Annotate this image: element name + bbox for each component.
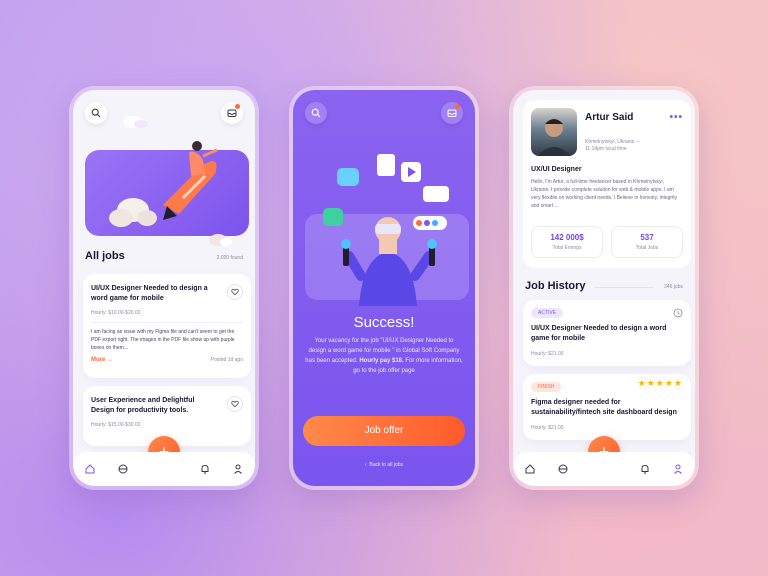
profile-icon[interactable] xyxy=(231,462,245,476)
more-options-icon[interactable]: ••• xyxy=(669,112,683,123)
vr-person-illustration xyxy=(323,154,449,306)
inbox-icon[interactable] xyxy=(556,462,570,476)
job-title: UI/UX Designer Needed to design a word g… xyxy=(91,285,208,302)
more-link[interactable]: More → xyxy=(91,357,113,363)
job-history-title: Job History xyxy=(525,280,586,292)
heart-icon xyxy=(231,288,239,296)
profile-bio: Hello, I'm Artur, a full-time freelancer… xyxy=(531,179,678,209)
heart-icon xyxy=(231,400,239,408)
divider xyxy=(91,322,243,323)
job-rate: Hourly: $10.00-$20.00 xyxy=(91,310,141,316)
profile-role: UX/UI Designer xyxy=(531,166,582,173)
rating-stars: ★★★★★ xyxy=(637,378,683,388)
phone-profile: Artur Said ••• Khmelnytskyi, Ukraine – 1… xyxy=(509,86,699,490)
back-label: Back to all jobs xyxy=(369,462,404,468)
message-pay: Hourly pay $18. xyxy=(359,358,404,364)
bottom-nav xyxy=(513,452,695,486)
history-card[interactable]: ACTIVE UI/UX Designer Needed to design a… xyxy=(523,300,691,366)
avatar xyxy=(531,108,577,156)
phone-success: Success! Your vacancy for the job "UI/UX… xyxy=(289,86,479,490)
search-button[interactable] xyxy=(305,102,327,124)
phone-all-jobs: All jobs 2.020 found UI/UX Designer Need… xyxy=(69,86,259,490)
success-screen: Success! Your vacancy for the job "UI/UX… xyxy=(293,90,475,486)
clock-icon xyxy=(673,308,683,318)
rocket-illustration xyxy=(109,116,232,246)
chevron-left-icon: ‹ xyxy=(364,462,367,468)
search-icon xyxy=(311,108,321,118)
stat-jobs: 537 Total Jobs xyxy=(611,226,683,258)
profile-card: Artur Said ••• Khmelnytskyi, Ukraine – 1… xyxy=(523,100,691,268)
job-description: I am facing an issue with my Figma file … xyxy=(91,329,235,351)
divider xyxy=(595,287,653,288)
job-rate: Hourly: $15.00-$30.00 xyxy=(91,422,141,428)
all-jobs-title: All jobs xyxy=(85,250,125,262)
posted-time: Posted 1d ago xyxy=(210,357,243,363)
bell-icon[interactable] xyxy=(198,462,212,476)
stat-value: 537 xyxy=(640,233,654,242)
history-job-rate: Hourly: $21.00 xyxy=(531,425,564,431)
success-message: Your vacancy for the job "UI/UX Designer… xyxy=(305,336,463,376)
status-badge: FINISH xyxy=(531,382,562,392)
job-offer-button[interactable]: Job offer xyxy=(303,416,465,446)
notification-dot xyxy=(235,104,240,109)
bell-icon[interactable] xyxy=(638,462,652,476)
history-job-title: UI/UX Designer Needed to design a word g… xyxy=(531,325,667,342)
history-job-title: Figma designer needed for sustainability… xyxy=(531,399,677,416)
profile-local-time: 11:14pm local time xyxy=(585,146,627,152)
home-icon[interactable] xyxy=(83,462,97,476)
notifications-button[interactable] xyxy=(441,102,463,124)
arrow-right-icon: → xyxy=(107,357,114,363)
history-job-rate: Hourly: $21.00 xyxy=(531,351,564,357)
bottom-nav xyxy=(73,452,255,486)
back-to-jobs-link[interactable]: ‹ Back to all jobs xyxy=(293,462,475,468)
profile-screen: Artur Said ••• Khmelnytskyi, Ukraine – 1… xyxy=(513,90,695,486)
more-label: More xyxy=(91,357,106,363)
job-title: User Experience and Delightful Design fo… xyxy=(91,397,195,414)
stat-value: 142 000$ xyxy=(550,233,584,242)
history-card[interactable]: FINISH ★★★★★ Figma designer needed for s… xyxy=(523,374,691,440)
stat-label: Total Ernings xyxy=(552,245,582,251)
history-count: 346 jobs xyxy=(664,284,683,290)
status-badge: ACTIVE xyxy=(531,308,564,318)
home-icon[interactable] xyxy=(523,462,537,476)
stat-label: Total Jobs xyxy=(635,245,659,251)
inbox-icon xyxy=(447,109,457,117)
profile-name: Artur Said xyxy=(585,112,634,123)
inbox-icon[interactable] xyxy=(116,462,130,476)
all-jobs-screen: All jobs 2.020 found UI/UX Designer Need… xyxy=(73,90,255,486)
stat-earnings: 142 000$ Total Ernings xyxy=(531,226,603,258)
notification-dot xyxy=(455,104,460,109)
jobs-count: 2.020 found xyxy=(216,255,243,261)
favorite-button[interactable] xyxy=(227,284,243,300)
favorite-button[interactable] xyxy=(227,396,243,412)
success-title: Success! xyxy=(353,314,415,331)
job-card[interactable]: UI/UX Designer Needed to design a word g… xyxy=(83,274,251,378)
profile-icon[interactable] xyxy=(671,462,685,476)
